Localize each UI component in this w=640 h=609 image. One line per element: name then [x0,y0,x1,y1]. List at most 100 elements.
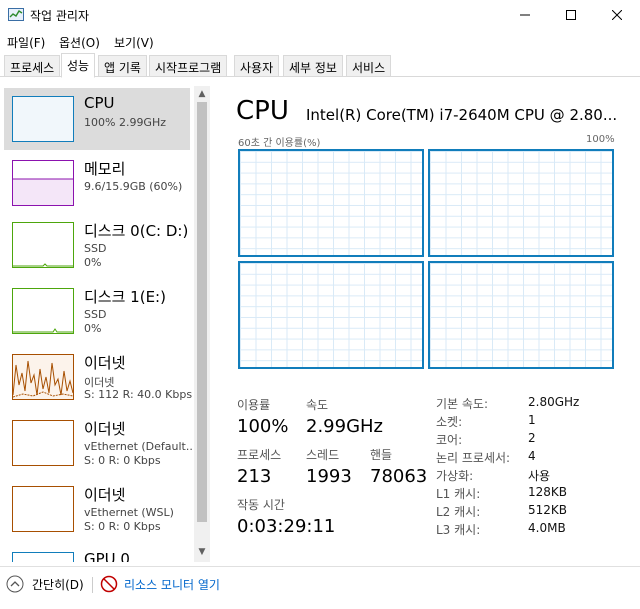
menu-file[interactable]: 파일(F) [7,34,45,51]
footer-divider [92,577,93,593]
cpu-core-graph-1 [428,149,614,257]
footer-bar: 간단히(D) 리소스 모니터 열기 [0,566,640,609]
window-title: 작업 관리자 [30,9,90,23]
cpu-core-graph-0 [238,149,424,257]
performance-sidebar: CPU 100% 2.99GHz 메모리 9.6/15.9GB (60%) 디스… [0,86,212,562]
scroll-down-arrow-icon[interactable]: ▼ [197,547,207,557]
ethernet-1-mini-graph [12,354,74,400]
task-manager-icon [8,8,24,21]
fewer-details-button[interactable]: 간단히(D) [6,575,84,593]
tab-users[interactable]: 사용자 [234,55,280,76]
sidebar-item-label: GPU 0 [84,550,130,562]
sidebar-item-label: 디스크 1(E:) [84,288,166,306]
close-icon [612,10,622,20]
sidebar-item-detail: 0% [84,322,102,335]
info-label: 논리 프로세서: [436,451,511,465]
sidebar-item-gpu-0[interactable]: GPU 0 [4,544,190,562]
tab-performance[interactable]: 성능 [61,53,96,78]
menu-options[interactable]: 옵션(O) [59,34,100,51]
processes-label: 프로세스 [237,448,282,462]
sidebar-item-type: SSD [84,308,107,321]
sidebar-item-detail: S: 112 R: 40.0 Kbps [84,388,193,401]
disk-1-mini-graph [12,288,74,334]
utilization-value: 100% [237,416,289,437]
tab-details[interactable]: 세부 정보 [283,55,343,76]
info-label: L2 캐시: [436,505,481,519]
scroll-up-arrow-icon[interactable]: ▲ [197,89,207,99]
sidebar-item-detail: S: 0 R: 0 Kbps [84,454,161,467]
tab-app-history[interactable]: 앱 기록 [98,55,147,76]
info-value: 4 [528,449,536,463]
sidebar-item-disk-0[interactable]: 디스크 0(C: D:) SSD 0% [4,214,190,276]
sidebar-item-adapter: vEthernet (Default... [84,440,197,453]
sidebar-item-type: SSD [84,242,107,255]
maximize-button[interactable] [548,0,594,30]
info-value: 512KB [528,503,568,517]
sidebar-item-label: 디스크 0(C: D:) [84,222,189,240]
memory-usage-fill [13,178,73,205]
disk-0-mini-graph [12,222,74,268]
sidebar-item-ethernet-2[interactable]: 이더넷 vEthernet (Default... S: 0 R: 0 Kbps [4,412,196,474]
memory-mini-graph [12,160,74,206]
sidebar-item-detail: 100% 2.99GHz [84,116,167,129]
title-bar: 작업 관리자 [0,0,640,30]
disk-0-activity-line [13,263,73,267]
cpu-mini-graph [12,96,74,142]
info-label: L1 캐시: [436,487,481,501]
speed-label: 속도 [306,398,329,412]
disk-1-activity-line [13,328,73,333]
utilization-label: 이용률 [237,398,271,412]
handles-value: 78063 [370,466,428,487]
sidebar-item-label: 이더넷 [84,486,126,504]
menu-view[interactable]: 보기(V) [114,34,154,51]
sidebar-item-detail: 0% [84,256,102,269]
info-value: 2 [528,431,536,445]
tab-startup[interactable]: 시작프로그램 [149,55,228,76]
ethernet-3-mini-graph [12,486,74,532]
sidebar-scrollbar[interactable]: ▲ ▼ [194,86,210,562]
minimize-icon [520,14,530,16]
maximize-icon [566,10,576,20]
info-value: 128KB [528,485,568,499]
graph-max-label: 100% [586,134,615,145]
menu-bar: 파일(F) 옵션(O) 보기(V) [0,30,640,52]
cpu-core-graph-3 [428,261,614,369]
sidebar-item-ethernet-1[interactable]: 이더넷 이더넷 S: 112 R: 40.0 Kbps [4,346,193,408]
sidebar-item-detail: 9.6/15.9GB (60%) [84,180,183,193]
minimize-button[interactable] [502,0,548,30]
ethernet-1-traffic-line [13,360,73,398]
sidebar-item-disk-1[interactable]: 디스크 1(E:) SSD 0% [4,280,190,342]
threads-value: 1993 [306,466,352,487]
info-label: 가상화: [436,469,474,483]
sidebar-item-label: 메모리 [84,160,126,178]
processes-value: 213 [237,466,272,487]
page-title: CPU [236,96,289,126]
info-value: 4.0MB [528,521,566,535]
scroll-thumb[interactable] [197,102,207,522]
sidebar-item-adapter: vEthernet (WSL) [84,506,174,519]
resource-monitor-icon [100,575,118,593]
info-label: 소켓: [436,415,463,429]
info-label: 코어: [436,433,463,447]
info-value: 1 [528,413,536,427]
resource-monitor-link[interactable]: 리소스 모니터 열기 [100,575,220,593]
sidebar-item-ethernet-3[interactable]: 이더넷 vEthernet (WSL) S: 0 R: 0 Kbps [4,478,190,540]
sidebar-item-label: 이더넷 [84,354,126,372]
threads-label: 스레드 [306,448,340,462]
uptime-label: 작동 시간 [237,498,285,512]
info-label: 기본 속도: [436,397,489,411]
ethernet-2-mini-graph [12,420,74,466]
tab-processes[interactable]: 프로세스 [4,55,61,76]
graph-caption: 60초 간 이용률(%) [238,138,321,149]
sidebar-item-memory[interactable]: 메모리 9.6/15.9GB (60%) [4,152,190,214]
chevron-up-circle-icon [6,575,24,593]
sidebar-item-label: CPU [84,94,115,112]
resource-monitor-label: 리소스 모니터 열기 [124,577,220,592]
info-label: L3 캐시: [436,523,481,537]
tab-services[interactable]: 서비스 [346,55,392,76]
speed-value: 2.99GHz [306,416,384,437]
sidebar-item-cpu[interactable]: CPU 100% 2.99GHz [4,88,190,150]
tab-strip: 프로세스 성능 앱 기록 시작프로그램 사용자 세부 정보 서비스 [0,53,640,78]
info-value: 2.80GHz [528,395,580,409]
close-button[interactable] [594,0,640,30]
